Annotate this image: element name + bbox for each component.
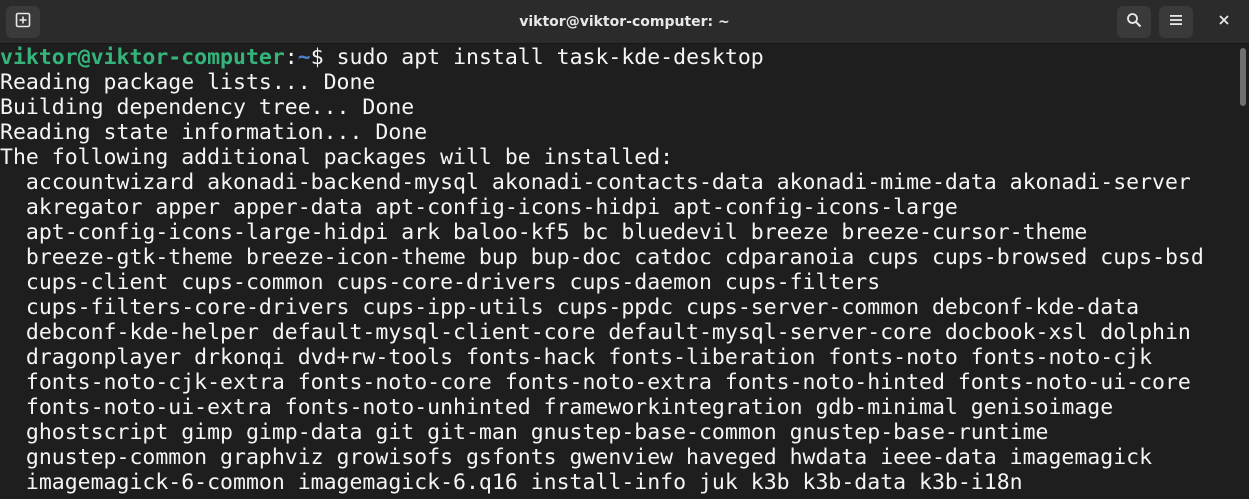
output-line: The following additional packages will b… xyxy=(0,145,674,170)
output-line: ghostscript gimp gimp-data git git-man g… xyxy=(0,420,1049,445)
output-line: Reading state information... Done xyxy=(0,120,428,145)
output-line: apt-config-icons-large-hidpi ark baloo-k… xyxy=(0,220,1088,245)
prompt-symbol: $ xyxy=(310,45,337,70)
search-button[interactable] xyxy=(1117,6,1151,38)
vertical-scrollbar[interactable] xyxy=(1237,46,1249,499)
terminal-window: viktor@viktor-computer: ~ viktor@viktor-… xyxy=(0,0,1249,499)
output-line: dragonplayer drkonqi dvd+rw-tools fonts-… xyxy=(0,345,1153,370)
output-line: Building dependency tree... Done xyxy=(0,95,415,120)
output-line: accountwizard akonadi-backend-mysql akon… xyxy=(0,170,1191,195)
output-line: Reading package lists... Done xyxy=(0,70,376,95)
scrollbar-thumb[interactable] xyxy=(1240,48,1246,106)
search-icon xyxy=(1126,12,1142,33)
close-button[interactable] xyxy=(1208,6,1240,38)
new-tab-icon xyxy=(15,12,31,33)
terminal-output-area[interactable]: viktor@viktor-computer:~$ sudo apt insta… xyxy=(0,45,1236,499)
output-line: cups-filters-core-drivers cups-ipp-utils… xyxy=(0,295,1140,320)
close-icon xyxy=(1218,13,1230,31)
title-bar[interactable]: viktor@viktor-computer: ~ xyxy=(0,0,1249,44)
menu-button[interactable] xyxy=(1159,6,1193,38)
prompt-user-host: viktor@viktor-computer xyxy=(0,45,285,70)
output-lines: Reading package lists... Done Building de… xyxy=(0,70,1236,495)
hamburger-menu-icon xyxy=(1169,13,1183,32)
output-line: debconf-kde-helper default-mysql-client-… xyxy=(0,320,1191,345)
output-line: imagemagick-6-common imagemagick-6.q16 i… xyxy=(0,470,1023,495)
output-line: fonts-noto-cjk-extra fonts-noto-core fon… xyxy=(0,370,1191,395)
prompt-line: viktor@viktor-computer:~$ sudo apt insta… xyxy=(0,45,1236,70)
output-line: fonts-noto-ui-extra fonts-noto-unhinted … xyxy=(0,395,1114,420)
prompt-path: ~ xyxy=(297,45,311,70)
output-line: breeze-gtk-theme breeze-icon-theme bup b… xyxy=(0,245,1204,270)
output-line: gnustep-common graphviz growisofs gsfont… xyxy=(0,445,1153,470)
window-title: viktor@viktor-computer: ~ xyxy=(519,14,730,30)
output-line: cups-client cups-common cups-core-driver… xyxy=(0,270,881,295)
command-text: sudo apt install task-kde-desktop xyxy=(336,45,764,70)
new-tab-button[interactable] xyxy=(6,6,40,38)
output-line: akregator apper apper-data apt-config-ic… xyxy=(0,195,958,220)
prompt-separator: : xyxy=(284,45,298,70)
